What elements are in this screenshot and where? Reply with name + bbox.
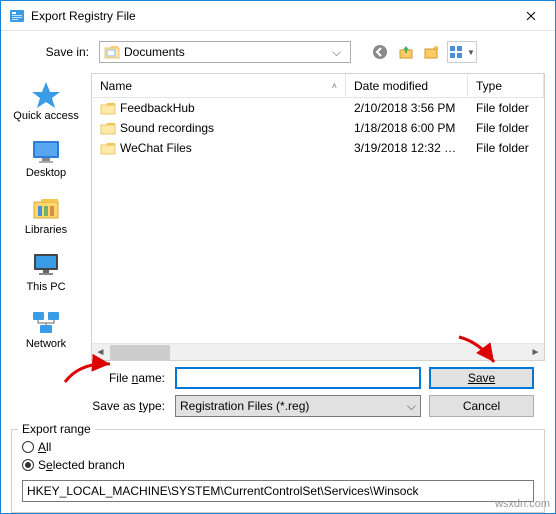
column-date[interactable]: Date modified [346, 74, 468, 97]
sort-asc-icon: ˄ [332, 81, 337, 91]
table-row[interactable]: FeedbackHub2/10/2018 3:56 PMFile folder [92, 98, 544, 118]
scroll-thumb[interactable] [110, 345, 170, 360]
new-folder-icon [424, 44, 440, 60]
table-row[interactable]: WeChat Files3/19/2018 12:32 PMFile folde… [92, 138, 544, 158]
regedit-icon [9, 8, 25, 24]
radio-icon [22, 441, 34, 453]
folder-icon [100, 101, 116, 115]
export-range-group: Export range All Selected branch [11, 429, 545, 513]
place-desktop[interactable]: Desktop [6, 132, 86, 185]
place-this-pc[interactable]: This PC [6, 245, 86, 298]
export-registry-dialog: Export Registry File Save in: Documents … [0, 0, 556, 514]
savetype-combo[interactable]: Registration Files (*.reg) ⌵ [175, 395, 421, 417]
column-headers: Name˄ Date modified Type [92, 74, 544, 98]
view-icon [449, 45, 465, 59]
toolbar-icons: ▼ [369, 41, 477, 63]
branch-input[interactable] [22, 480, 534, 502]
place-quick-access[interactable]: Quick access [6, 75, 86, 128]
file-list: Name˄ Date modified Type FeedbackHub2/10… [91, 73, 545, 361]
place-network[interactable]: Network [6, 302, 86, 355]
desktop-icon [30, 137, 62, 165]
savein-label: Save in: [11, 45, 93, 59]
watermark: wsxdn.com [495, 498, 550, 510]
radio-all[interactable]: All [22, 440, 534, 454]
quick-access-icon [30, 80, 62, 108]
chevron-down-icon: ⌵ [332, 45, 346, 60]
up-button[interactable] [395, 41, 417, 63]
body: Quick access Desktop Libraries This PC N… [1, 69, 555, 361]
close-icon [526, 11, 536, 21]
network-icon [30, 308, 62, 336]
file-rows[interactable]: FeedbackHub2/10/2018 3:56 PMFile folderS… [92, 98, 544, 343]
save-button[interactable]: Save [429, 367, 534, 389]
back-button[interactable] [369, 41, 391, 63]
folder-icon [100, 121, 116, 135]
column-type[interactable]: Type [468, 74, 544, 97]
new-folder-button[interactable] [421, 41, 443, 63]
radio-icon [22, 459, 34, 471]
up-folder-icon [398, 44, 414, 60]
filename-label: File name: [1, 371, 175, 385]
view-menu-button[interactable]: ▼ [447, 41, 477, 63]
window-title: Export Registry File [31, 9, 508, 23]
scroll-left-button[interactable]: ◄ [92, 344, 109, 361]
places-bar: Quick access Desktop Libraries This PC N… [1, 69, 91, 361]
horizontal-scrollbar[interactable]: ◄ ► [92, 343, 544, 360]
folder-icon [100, 141, 116, 155]
savetype-label: Save as type: [1, 399, 175, 413]
libraries-icon [30, 194, 62, 222]
radio-selected-branch[interactable]: Selected branch [22, 458, 534, 472]
scroll-right-button[interactable]: ► [527, 344, 544, 361]
cancel-button[interactable]: Cancel [429, 395, 534, 417]
back-icon [372, 44, 388, 60]
savein-value: Documents [124, 45, 332, 59]
export-range-legend: Export range [18, 422, 95, 436]
savein-combo[interactable]: Documents ⌵ [99, 41, 351, 63]
dropdown-arrow-icon: ▼ [467, 48, 475, 57]
titlebar: Export Registry File [1, 1, 555, 31]
this-pc-icon [30, 251, 62, 279]
place-libraries[interactable]: Libraries [6, 189, 86, 242]
documents-icon [104, 45, 120, 59]
filename-input[interactable] [175, 367, 421, 389]
table-row[interactable]: Sound recordings1/18/2018 6:00 PMFile fo… [92, 118, 544, 138]
chevron-down-icon: ⌵ [407, 399, 416, 414]
form-section: File name: Save Save as type: Registrati… [1, 361, 555, 423]
column-name[interactable]: Name˄ [92, 74, 346, 97]
savein-row: Save in: Documents ⌵ ▼ [1, 31, 555, 69]
close-button[interactable] [508, 2, 553, 30]
